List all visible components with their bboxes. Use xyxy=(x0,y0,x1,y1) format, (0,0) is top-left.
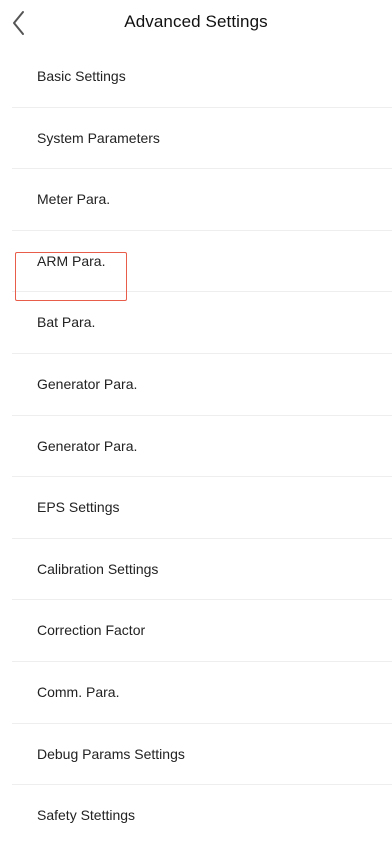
nav-header: Advanced Settings xyxy=(0,0,392,46)
menu-item-label: Correction Factor xyxy=(37,622,146,639)
menu-item-meter-para[interactable]: Meter Para. xyxy=(0,169,392,231)
menu-item-calibration-settings[interactable]: Calibration Settings xyxy=(0,539,392,601)
menu-item-debug-params-settings[interactable]: Debug Params Settings xyxy=(0,724,392,786)
menu-item-basic-settings[interactable]: Basic Settings xyxy=(0,46,392,108)
menu-item-label: Safety Stettings xyxy=(37,807,136,824)
menu-item-label: EPS Settings xyxy=(37,499,120,516)
menu-item-generator-para-2[interactable]: Generator Para. xyxy=(0,416,392,478)
menu-item-label: ARM Para. xyxy=(37,252,106,269)
menu-item-correction-factor[interactable]: Correction Factor xyxy=(0,600,392,662)
menu-item-label: Bat Para. xyxy=(37,314,96,331)
page-title: Advanced Settings xyxy=(124,12,268,31)
settings-menu-list: Basic Settings System Parameters Meter P… xyxy=(0,46,392,847)
menu-item-label: System Parameters xyxy=(37,129,160,146)
menu-item-label: Generator Para. xyxy=(37,375,138,392)
menu-item-bat-para[interactable]: Bat Para. xyxy=(0,292,392,354)
menu-item-safety-settings[interactable]: Safety Stettings xyxy=(0,785,392,847)
menu-item-label: Debug Params Settings xyxy=(37,745,185,762)
menu-item-comm-para[interactable]: Comm. Para. xyxy=(0,662,392,724)
menu-item-eps-settings[interactable]: EPS Settings xyxy=(0,477,392,539)
menu-item-system-parameters[interactable]: System Parameters xyxy=(0,108,392,170)
menu-item-label: Calibration Settings xyxy=(37,560,159,577)
menu-item-label: Generator Para. xyxy=(37,437,138,454)
menu-item-arm-para[interactable]: ARM Para. xyxy=(0,231,392,293)
menu-item-label: Meter Para. xyxy=(37,191,111,208)
menu-item-generator-para[interactable]: Generator Para. xyxy=(0,354,392,416)
menu-item-label: Basic Settings xyxy=(37,68,126,84)
menu-item-label: Comm. Para. xyxy=(37,683,120,700)
